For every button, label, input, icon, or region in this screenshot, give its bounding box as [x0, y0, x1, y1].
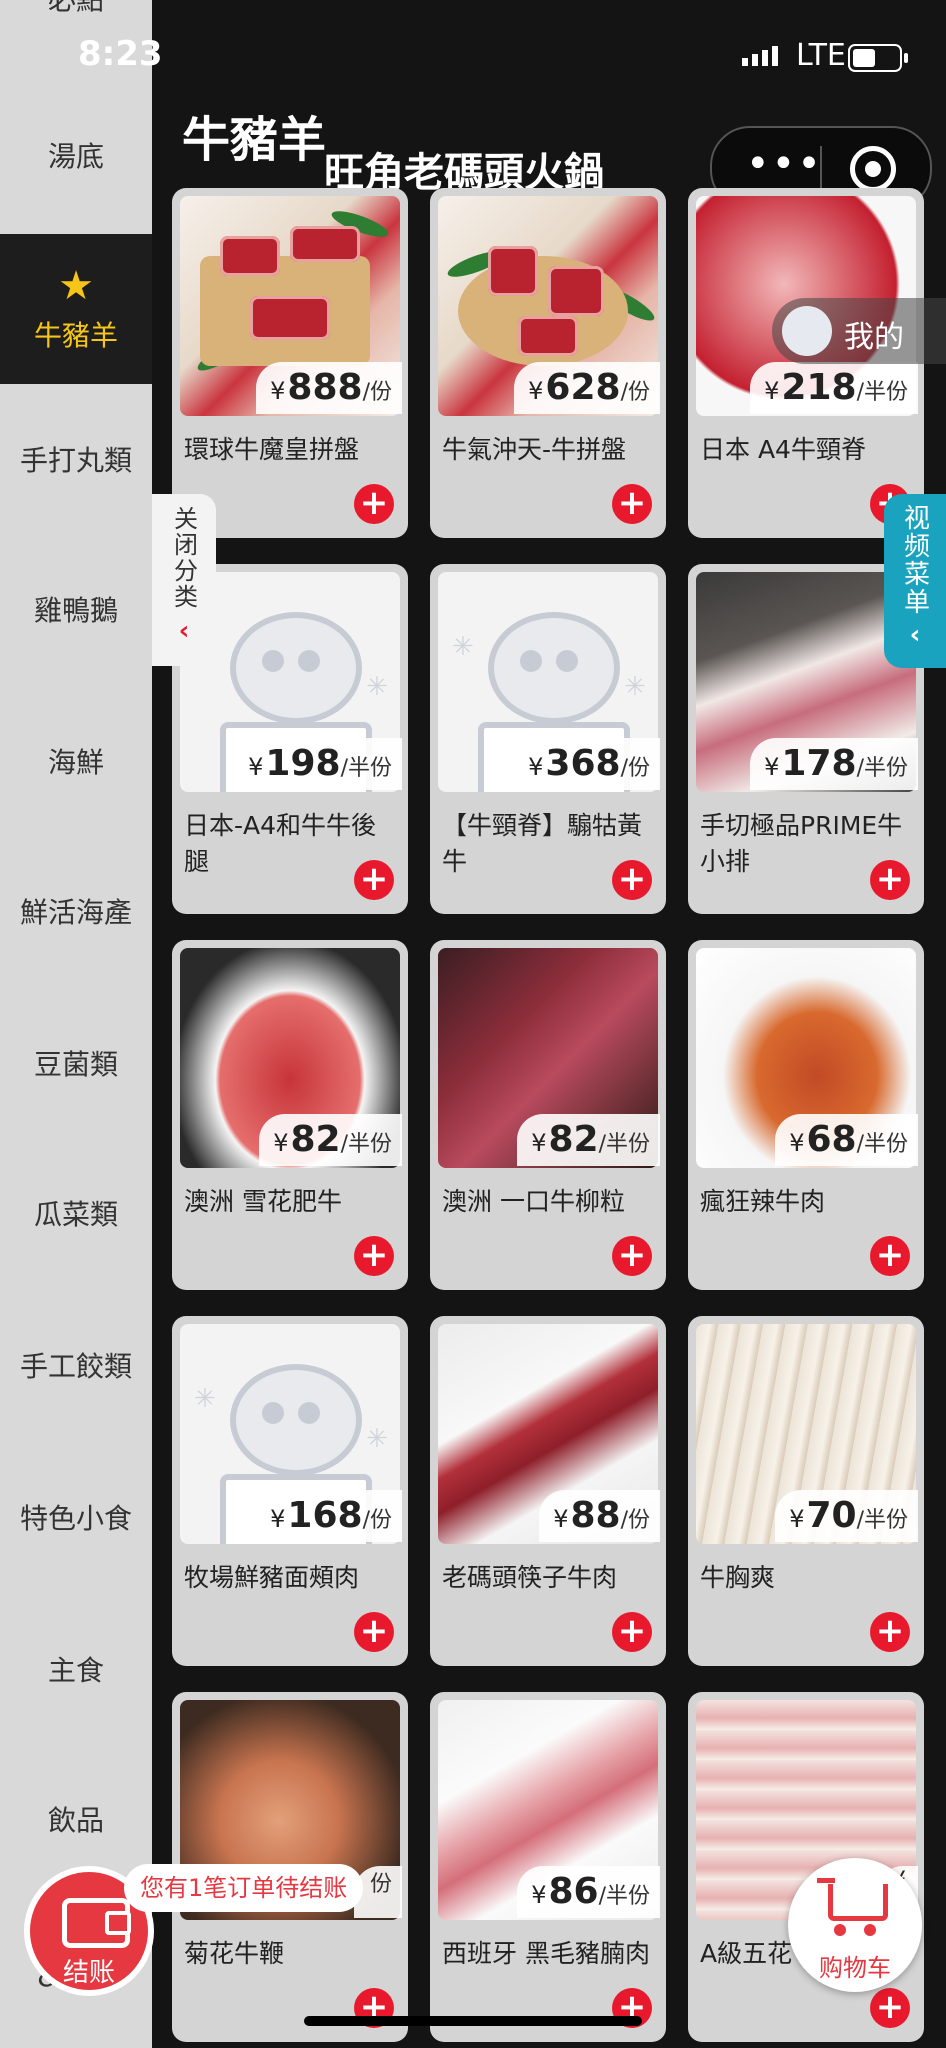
- product-card[interactable]: ¥86/半份 西班牙 黑毛豬腩肉 +: [430, 1692, 666, 2042]
- product-card[interactable]: ✳ ✳ ¥368/份 【牛頸脊】騸牯黃牛 +: [430, 564, 666, 914]
- product-name: 牧場鮮豬面頰肉: [184, 1563, 360, 1592]
- add-to-cart-button[interactable]: +: [612, 1612, 652, 1652]
- avatar: [782, 306, 832, 356]
- sidebar-item-poultry[interactable]: 雞鴨鵝: [0, 534, 152, 684]
- product-name: 澳洲 雪花肥牛: [184, 1187, 342, 1216]
- add-to-cart-button[interactable]: +: [354, 484, 394, 524]
- product-card[interactable]: ¥82/半份 澳洲 雪花肥牛 +: [172, 940, 408, 1290]
- cart-label: 购物车: [819, 1954, 891, 1982]
- sidebar-item-staples[interactable]: 主食: [0, 1594, 152, 1744]
- product-card[interactable]: ¥888/份 環球牛魔皇拼盤 +: [172, 188, 408, 538]
- sidebar-item-label: 豆菌類: [33, 1048, 118, 1081]
- battery-icon: [848, 44, 908, 72]
- sidebar-item-label: 手工餃類: [19, 1350, 132, 1383]
- sidebar-item-partial[interactable]: 必點: [0, 0, 152, 18]
- video-menu-tab[interactable]: 视频菜单 ‹: [884, 494, 946, 668]
- clock: 8:23: [78, 34, 163, 74]
- price-tag: ¥68/半份: [775, 1114, 918, 1166]
- product-name: 環球牛魔皇拼盤: [184, 435, 360, 464]
- more-icon[interactable]: •••: [746, 144, 823, 184]
- page-title: 牛豬羊: [182, 112, 327, 168]
- product-name: 日本 A4牛頸脊: [700, 435, 866, 464]
- sidebar-item-label: 牛豬羊: [33, 319, 118, 352]
- my-profile-button[interactable]: 我的: [772, 298, 946, 364]
- price-tag: ¥198/半份: [234, 738, 402, 790]
- cart-icon: [817, 1878, 888, 1921]
- product-card[interactable]: ¥88/份 老碼頭筷子牛肉 +: [430, 1316, 666, 1666]
- cart-wheel: [834, 1924, 846, 1936]
- checkout-label: 结账: [62, 1958, 115, 1988]
- star-icon: ★: [58, 263, 94, 309]
- sidebar-item-label: 鮮活海產: [19, 896, 132, 929]
- sidebar-item-live-seafood[interactable]: 鮮活海產: [0, 836, 152, 986]
- signal-icon: [742, 46, 778, 66]
- product-card[interactable]: ¥70/半份 牛胸爽 +: [688, 1316, 924, 1666]
- close-category-tab[interactable]: 关闭分类 ‹: [152, 494, 216, 666]
- cart-wheel: [864, 1924, 876, 1936]
- product-card[interactable]: ✳ ✳ ¥168/份 牧場鮮豬面頰肉 +: [172, 1316, 408, 1666]
- add-to-cart-button[interactable]: +: [870, 1612, 910, 1652]
- product-name: 瘋狂辣牛肉: [700, 1187, 826, 1216]
- add-to-cart-button[interactable]: +: [612, 860, 652, 900]
- chevron-left-icon: ‹: [909, 620, 921, 650]
- sidebar-item-dumplings[interactable]: 手工餃類: [0, 1290, 152, 1440]
- sidebar-item-label: 海鮮: [47, 746, 104, 779]
- price-tag: ¥888/份: [256, 362, 402, 414]
- price-tag: ¥368/份: [514, 738, 660, 790]
- sidebar-item-label: 手打丸類: [19, 444, 132, 477]
- product-name: 牛胸爽: [700, 1563, 776, 1592]
- add-to-cart-button[interactable]: +: [354, 1236, 394, 1276]
- price-tag: ¥70/半份: [775, 1490, 918, 1542]
- cart-button[interactable]: 购物车: [788, 1858, 922, 1992]
- add-to-cart-button[interactable]: +: [870, 1988, 910, 2028]
- product-card[interactable]: ¥68/半份 瘋狂辣牛肉 +: [688, 940, 924, 1290]
- sidebar-item-tofu-mushroom[interactable]: 豆菌類: [0, 988, 152, 1138]
- price-tag: ¥178/半份: [750, 738, 918, 790]
- add-to-cart-button[interactable]: +: [612, 1236, 652, 1276]
- sidebar-item-label: 瓜菜類: [33, 1198, 118, 1231]
- add-to-cart-button[interactable]: +: [354, 860, 394, 900]
- close-miniprogram-icon[interactable]: [850, 146, 896, 192]
- price-tag: ¥82/半份: [259, 1114, 402, 1166]
- sidebar-item-beef-pork-lamb[interactable]: ★ 牛豬羊: [0, 234, 152, 384]
- sidebar-item-vegetables[interactable]: 瓜菜類: [0, 1138, 152, 1288]
- sidebar-item-snacks[interactable]: 特色小食: [0, 1442, 152, 1592]
- add-to-cart-button[interactable]: +: [612, 484, 652, 524]
- price-tag: ¥88/份: [539, 1490, 660, 1542]
- price-tag: ¥86/半份: [517, 1866, 660, 1918]
- product-card[interactable]: ¥82/半份 澳洲 一口牛柳粒 +: [430, 940, 666, 1290]
- sidebar-item-label: 特色小食: [19, 1502, 132, 1535]
- pending-order-banner[interactable]: 您有1笔订单待结账: [124, 1864, 364, 1912]
- sidebar-item-label: 湯底: [47, 140, 104, 173]
- divider: [820, 146, 822, 190]
- price-tag: ¥168/份: [256, 1490, 402, 1542]
- price-tag: ¥218/半份: [750, 362, 918, 414]
- product-name: 牛氣沖天-牛拼盤: [442, 435, 627, 464]
- add-to-cart-button[interactable]: +: [870, 860, 910, 900]
- add-to-cart-button[interactable]: +: [354, 1612, 394, 1652]
- video-menu-label: 视频菜单: [899, 504, 930, 616]
- status-bar: 8:23 LTE: [0, 28, 946, 88]
- home-indicator: [304, 2016, 642, 2026]
- product-name: 菊花牛鞭: [184, 1939, 285, 1968]
- my-profile-label: 我的: [844, 320, 904, 355]
- category-sidebar: 必點 湯底 ★ 牛豬羊 手打丸類 雞鴨鵝 海鮮 鮮活海產 豆菌類 瓜菜類 手工餃…: [0, 0, 152, 2048]
- price-tag: ¥628/份: [514, 362, 660, 414]
- price-tag: ¥82/半份: [517, 1114, 660, 1166]
- sidebar-item-soup-base[interactable]: 湯底: [0, 80, 152, 230]
- sidebar-item-handmade-balls[interactable]: 手打丸類: [0, 384, 152, 534]
- sidebar-item-label: 飲品: [47, 1804, 104, 1837]
- sidebar-item-seafood[interactable]: 海鮮: [0, 686, 152, 836]
- wallet-icon: [62, 1898, 131, 1948]
- product-name: 澳洲 一口牛柳粒: [442, 1187, 625, 1216]
- sidebar-item-label: 主食: [47, 1654, 104, 1687]
- product-card[interactable]: ¥628/份 牛氣沖天-牛拼盤 +: [430, 188, 666, 538]
- product-name: 西班牙 黑毛豬腩肉: [442, 1939, 650, 1968]
- sidebar-item-label: 雞鴨鵝: [33, 594, 118, 627]
- add-to-cart-button[interactable]: +: [870, 1236, 910, 1276]
- product-name: 老碼頭筷子牛肉: [442, 1563, 618, 1592]
- close-category-label: 关闭分类: [169, 506, 198, 610]
- network-type: LTE: [796, 38, 846, 73]
- chevron-left-icon: ‹: [178, 616, 190, 646]
